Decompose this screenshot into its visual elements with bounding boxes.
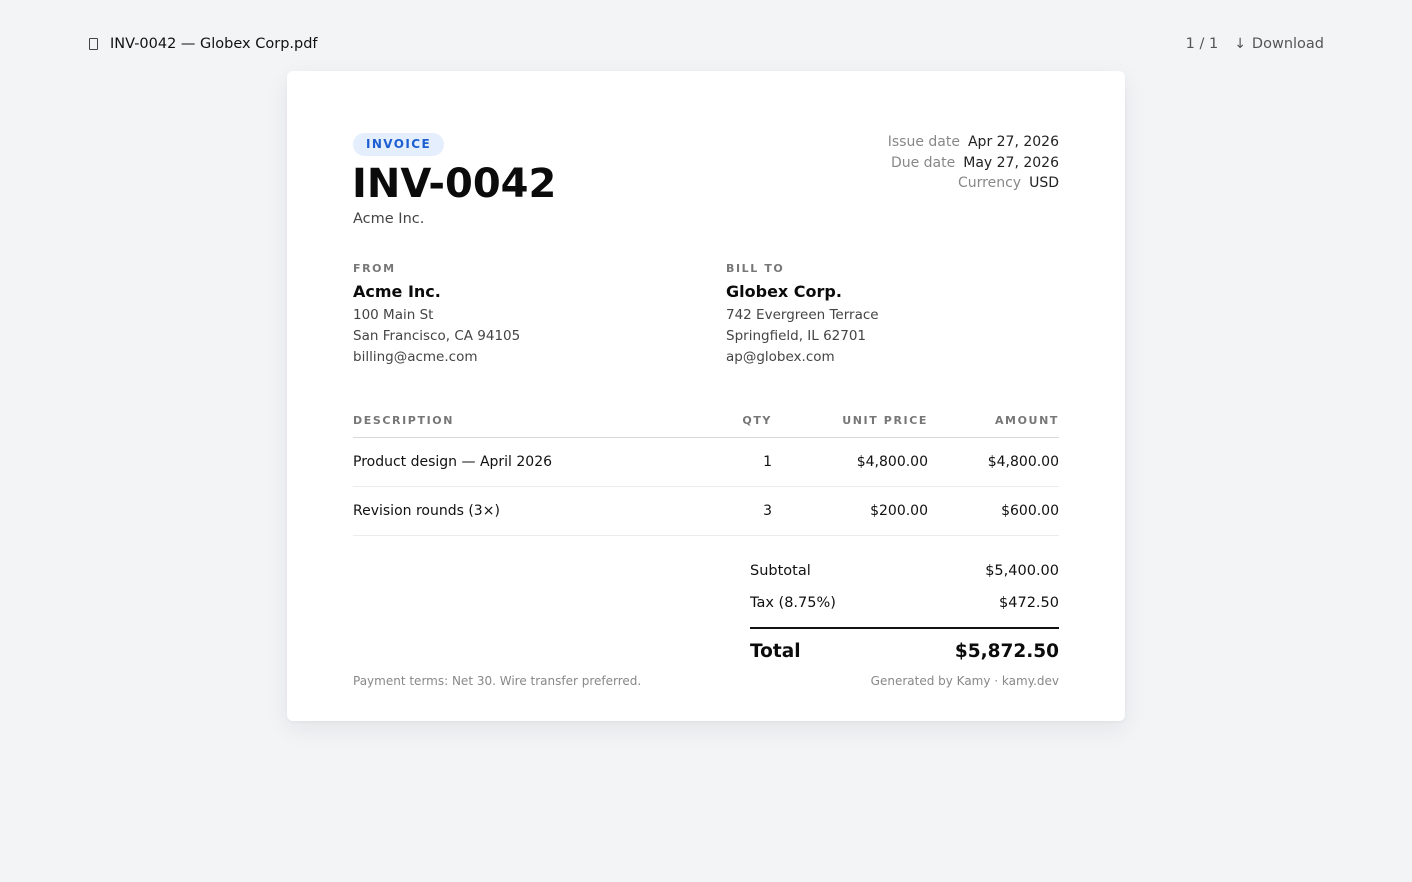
subtotal-label: Subtotal: [750, 563, 811, 579]
meta-issue-date: Issue date Apr 27, 2026: [888, 132, 1059, 153]
meta-value: Apr 27, 2026: [967, 134, 1059, 150]
row-unit-price: $4,800.00: [856, 454, 928, 470]
subtotal-row: Subtotal $5,400.00: [750, 555, 1059, 587]
table-header: DESCRIPTION QTY UNIT PRICE AMOUNT: [353, 405, 1059, 438]
row-amount: $600.00: [1001, 503, 1059, 519]
totals-divider: [750, 627, 1059, 629]
row-description: Product design — April 2026: [353, 454, 553, 470]
invoice-number: INV-0042: [352, 161, 557, 207]
total-label: Total: [750, 641, 801, 662]
bill-to-label: BILL TO: [726, 262, 785, 275]
file-name: INV-0042 — Globex Corp.pdf: [110, 36, 318, 52]
payment-terms: Payment terms: Net 30. Wire transfer pre…: [353, 674, 642, 688]
header-unit-price: UNIT PRICE: [842, 413, 928, 427]
table-row: Revision rounds (3×) 3 $200.00 $600.00: [353, 487, 1059, 536]
from-label: FROM: [353, 262, 396, 275]
row-unit-price: $200.00: [870, 503, 928, 519]
total-row: Total $5,872.50: [750, 641, 1059, 662]
invoice-page: INVOICE INV-0042 Acme Inc. Issue date Apr…: [287, 71, 1125, 721]
meta-value: May 27, 2026: [963, 154, 1059, 171]
from-address-line: 100 Main St: [353, 307, 434, 323]
table-body: Product design — April 2026 1 $4,800.00 …: [353, 438, 1059, 536]
table-row: Product design — April 2026 1 $4,800.00 …: [353, 438, 1059, 487]
meta-label: Currency: [958, 175, 1022, 191]
viewer-actions: 1 / 1 ↓ Download: [1186, 36, 1324, 52]
meta-label: Due date: [890, 154, 956, 171]
tax-label: Tax (8.75%): [750, 595, 836, 611]
from-name: Acme Inc.: [353, 282, 441, 301]
subtotal-value: $5,400.00: [985, 563, 1059, 579]
bill-to-address-line: 742 Evergreen Terrace: [726, 307, 879, 323]
bill-to-name: Globex Corp.: [726, 282, 842, 301]
row-qty: 3: [763, 503, 772, 519]
download-icon: ↓: [1234, 36, 1246, 52]
row-qty: 1: [763, 454, 772, 470]
total-value: $5,872.50: [954, 641, 1059, 662]
header-amount: AMOUNT: [994, 413, 1059, 427]
from-city-line: San Francisco, CA 94105: [353, 328, 521, 344]
document-icon: [89, 38, 98, 50]
file-title: INV-0042 — Globex Corp.pdf: [88, 36, 318, 52]
totals-section: Subtotal $5,400.00 Tax (8.75%) $472.50 T…: [750, 555, 1059, 662]
page-indicator: 1 / 1: [1185, 36, 1219, 52]
invoice-meta: Issue date Apr 27, 2026 Due date May 27, 2…: [888, 132, 1059, 194]
tax-row: Tax (8.75%) $472.50: [750, 587, 1059, 619]
bill-to-city-line: Springfield, IL 62701: [726, 328, 867, 344]
from-email: billing@acme.com: [353, 349, 478, 365]
issuer-subtitle: Acme Inc.: [353, 211, 425, 227]
header-qty: QTY: [742, 413, 772, 427]
meta-value: USD: [1029, 175, 1059, 191]
from-section: FROM Acme Inc. 100 Main St San Francisco…: [353, 262, 673, 368]
meta-currency: Currency USD: [888, 173, 1059, 194]
generated-by: Generated by Kamy · kamy.dev: [870, 674, 1059, 688]
row-amount: $4,800.00: [987, 454, 1059, 470]
viewer-toolbar: INV-0042 — Globex Corp.pdf 1 / 1 ↓ Downl…: [88, 30, 1324, 58]
download-label: Download: [1251, 36, 1324, 52]
bill-to-email: ap@globex.com: [726, 349, 835, 365]
tax-value: $472.50: [999, 595, 1059, 611]
bill-to-section: BILL TO Globex Corp. 742 Evergreen Terra…: [726, 262, 1046, 368]
meta-label: Issue date: [887, 134, 960, 150]
invoice-badge: INVOICE: [353, 133, 445, 156]
meta-due-date: Due date May 27, 2026: [888, 153, 1059, 174]
header-description: DESCRIPTION: [353, 413, 455, 427]
row-description: Revision rounds (3×): [353, 503, 500, 519]
download-button[interactable]: ↓ Download: [1234, 36, 1324, 52]
line-items-table: DESCRIPTION QTY UNIT PRICE AMOUNT Produc…: [353, 405, 1059, 536]
